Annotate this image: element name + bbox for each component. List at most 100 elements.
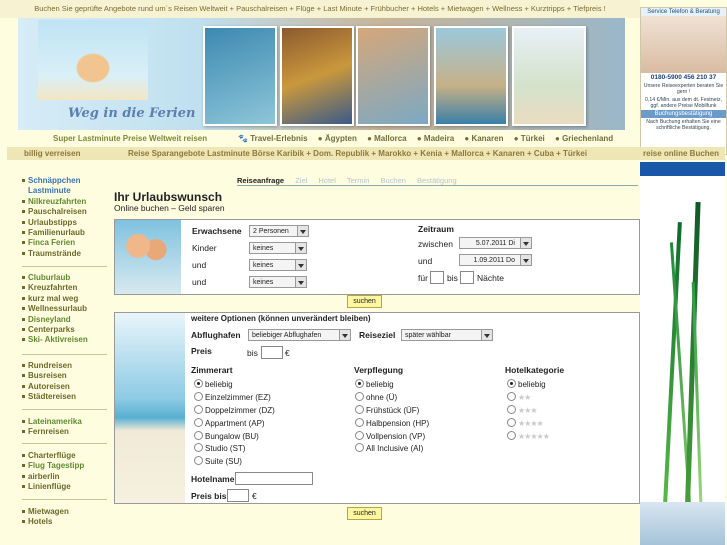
radio-zimmer-ap[interactable]: Appartment (AP) xyxy=(194,418,265,428)
chevron-down-icon xyxy=(295,260,306,270)
radio-zimmer-ez[interactable]: Einzelzimmer (EZ) xyxy=(194,392,271,402)
price-input[interactable] xyxy=(261,346,283,359)
radio-hotelkat-3[interactable]: ★★★ xyxy=(507,405,537,415)
radio-hotelkat-beliebig[interactable]: beliebig xyxy=(507,379,546,389)
airport-label: Abflughafen xyxy=(191,330,241,340)
radio-zimmer-su[interactable]: Suite (SU) xyxy=(194,456,242,466)
nav-lastminute-link[interactable]: Super Lastminute Preise Weltweit reisen xyxy=(53,131,207,146)
menu-item[interactable]: Wellnessurlaub xyxy=(22,304,88,314)
child3-select[interactable]: keines xyxy=(249,276,307,288)
chevron-down-icon xyxy=(295,243,306,253)
nav-item-mallorca[interactable]: ● Mallorca xyxy=(367,134,407,143)
menu-divider xyxy=(22,499,107,500)
menu-item[interactable]: Rundreisen xyxy=(22,361,76,371)
radio-hotelkat-5[interactable]: ★★★★★ xyxy=(507,431,550,441)
menu-item[interactable]: airberlin xyxy=(22,472,84,482)
nights-from-input[interactable] xyxy=(430,271,444,284)
menu-item[interactable]: kurz mal weg xyxy=(22,294,88,304)
service-title: Service Telefon & Beratung xyxy=(641,8,726,16)
menu-item[interactable]: Disneyland xyxy=(22,315,88,325)
chevron-down-icon xyxy=(297,226,308,236)
chevron-down-icon xyxy=(295,277,306,287)
radio-hotelkat-4[interactable]: ★★★★ xyxy=(507,418,544,428)
zimmerart-label: Zimmerart xyxy=(191,365,233,375)
destination-select[interactable]: später wählbar xyxy=(401,329,493,341)
nav-item-aegypten[interactable]: ● Ägypten xyxy=(318,134,357,143)
menu-item[interactable]: Hotels xyxy=(22,517,69,527)
left-menu-group-3: Rundreisen Busreisen Autoreisen Städtere… xyxy=(22,361,76,403)
radio-verpflegung-ohne[interactable]: ohne (Ü) xyxy=(355,392,397,402)
ad-topbar xyxy=(640,162,725,176)
chevron-down-icon xyxy=(520,238,531,248)
menu-item[interactable]: Urlaubstipps xyxy=(22,218,87,228)
radio-verpflegung-vp[interactable]: Vollpension (VP) xyxy=(355,431,425,441)
chevron-down-icon xyxy=(481,330,492,340)
menu-item[interactable]: Flug Tagestipp xyxy=(22,461,84,471)
menu-item[interactable]: Cluburlaub xyxy=(22,273,88,283)
menu-item[interactable]: Pauschalreisen xyxy=(22,207,87,217)
radio-verpflegung-ai[interactable]: All Inclusive (AI) xyxy=(355,443,423,453)
menu-item[interactable]: Centerparks xyxy=(22,325,88,335)
nav2-right-link[interactable]: reise online Buchen xyxy=(643,147,719,160)
nights-to-input[interactable] xyxy=(460,271,474,284)
radio-hotelkat-2[interactable]: ★★ xyxy=(507,392,531,402)
menu-item[interactable]: Lateinamerika xyxy=(22,417,82,427)
service-agent-photo xyxy=(641,16,726,73)
search-button-bottom[interactable]: suchen xyxy=(347,507,382,520)
date-from-select[interactable]: 5.07.2011 Di xyxy=(459,237,532,249)
hotelname-input[interactable] xyxy=(235,472,313,485)
radio-zimmer-bu[interactable]: Bungalow (BU) xyxy=(194,431,259,441)
child2-select[interactable]: keines xyxy=(249,259,307,271)
kinder-select[interactable]: keines xyxy=(249,242,307,254)
menu-item[interactable]: Busreisen xyxy=(22,371,76,381)
menu-item[interactable]: Mietwagen xyxy=(22,507,69,517)
nav2-left-link[interactable]: billig verreisen xyxy=(24,147,80,160)
booking-steps: Reiseanfrage Ziel Hotel Termin Buchen Be… xyxy=(237,176,466,186)
menu-item[interactable]: Autoreisen xyxy=(22,382,76,392)
radio-zimmer-st[interactable]: Studio (ST) xyxy=(194,443,245,453)
nav2-middle-link[interactable]: Reise Sparangebote Lastminute Börse Kari… xyxy=(128,147,587,160)
service-phone: 0180-5900 456 210 37 xyxy=(641,73,726,82)
menu-item[interactable]: Lastminute xyxy=(28,186,87,196)
site-logo[interactable]: Weg in die Ferien xyxy=(68,106,195,121)
menu-item[interactable]: Charterflüge xyxy=(22,451,84,461)
radio-verpflegung-beliebig[interactable]: beliebig xyxy=(355,379,394,389)
zwischen-label: zwischen xyxy=(418,239,453,249)
menu-item[interactable]: Familienurlaub xyxy=(22,228,87,238)
menu-item[interactable]: Schnäppchen xyxy=(22,176,87,186)
menu-item[interactable]: Städtereisen xyxy=(22,392,76,402)
nav-item-madeira[interactable]: ● Madeira xyxy=(417,134,454,143)
menu-item[interactable]: Traumstrände xyxy=(22,249,87,259)
step-buchen: Buchen xyxy=(380,176,406,185)
radio-verpflegung-hp[interactable]: Halbpension (HP) xyxy=(355,418,429,428)
nav-item-griechenland[interactable]: ● Griechenland xyxy=(555,134,613,143)
radio-verpflegung-uef[interactable]: Frühstück (ÜF) xyxy=(355,405,419,415)
adults-select[interactable]: 2 Personen xyxy=(249,225,309,237)
nav-item-tuerkei[interactable]: ● Türkei xyxy=(514,134,545,143)
left-menu-group-6: Mietwagen Hotels xyxy=(22,507,69,528)
advertisement-banner[interactable] xyxy=(640,162,725,545)
kinder-label: Kinder xyxy=(192,243,217,253)
menu-item[interactable]: Ski- Aktivreisen xyxy=(22,335,88,345)
menu-item[interactable]: Nilkreuzfahrten xyxy=(22,197,87,207)
menu-item[interactable]: Linienflüge xyxy=(22,482,84,492)
nav-item-travel[interactable]: 🐾 Travel-Erlebnis xyxy=(238,134,308,143)
und1-label: und xyxy=(192,260,207,270)
adults-label: Erwachsene xyxy=(192,226,242,236)
menu-item[interactable]: Finca Ferien xyxy=(22,238,87,248)
menu-item[interactable]: Kreuzfahrten xyxy=(22,283,88,293)
max-price-input[interactable] xyxy=(227,489,249,502)
search-button-top[interactable]: suchen xyxy=(347,295,382,308)
star-icon: ★★★★ xyxy=(518,419,544,428)
nav-item-kanaren[interactable]: ● Kanaren xyxy=(464,134,503,143)
radio-zimmer-beliebig[interactable]: beliebig xyxy=(194,379,233,389)
basic-search-panel: Erwachsene 2 Personen Kinder keines und … xyxy=(114,219,640,295)
airport-select[interactable]: beliebiger Abflughafen xyxy=(248,329,351,341)
date-to-select[interactable]: 1.09.2011 Do xyxy=(459,254,532,266)
secondary-nav: billig verreisen Reise Sparangebote Last… xyxy=(7,147,725,160)
left-menu-group-2: Cluburlaub Kreuzfahrten kurz mal weg Wel… xyxy=(22,273,88,346)
radio-zimmer-dz[interactable]: Doppelzimmer (DZ) xyxy=(194,405,275,415)
menu-item[interactable]: Fernreisen xyxy=(22,427,82,437)
hotelname-label: Hotelname xyxy=(191,474,235,484)
header-tagline: Buchen Sie geprüfte Angebote rund um´s R… xyxy=(0,0,640,18)
